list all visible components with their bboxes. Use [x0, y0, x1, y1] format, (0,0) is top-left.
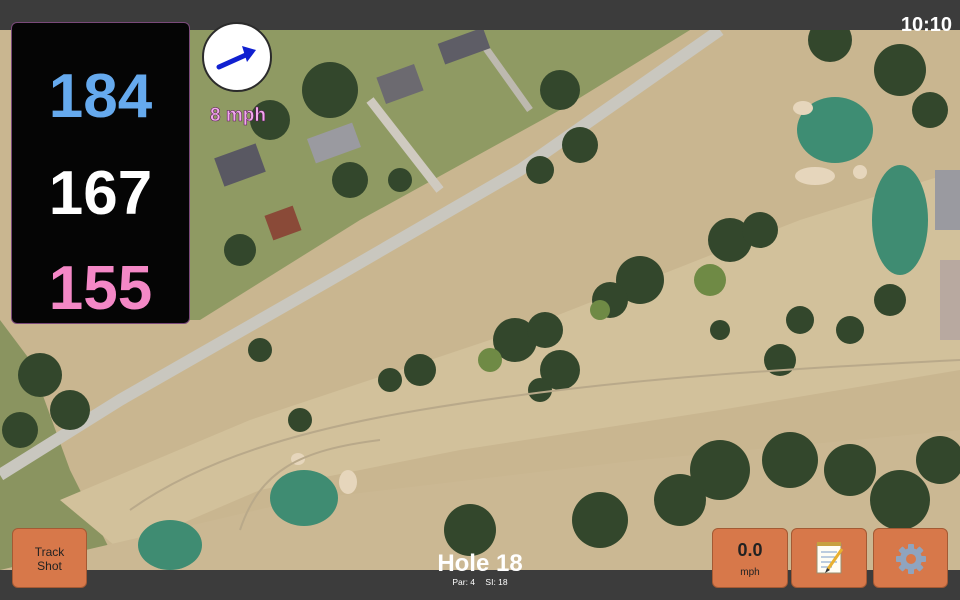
hole-par: Par: 4: [452, 577, 476, 587]
clock: 10:10: [900, 14, 952, 36]
notepad-icon: [816, 542, 844, 574]
distance-front: 155: [48, 254, 153, 323]
hole-stroke-index: SI: 18: [485, 577, 508, 587]
distance-middle: 167: [48, 159, 153, 228]
wind-speed-label: 8 mph: [210, 105, 267, 127]
wind-button-unit: mph: [740, 567, 760, 578]
track-shot-button[interactable]: Track Shot: [12, 528, 87, 588]
track-shot-label-line2: Shot: [37, 559, 62, 573]
distance-panel: 184 167 155: [11, 22, 190, 324]
hole-title: Hole 18: [437, 550, 523, 577]
notes-button[interactable]: [791, 528, 867, 588]
gear-icon: [896, 544, 926, 574]
distance-back: 184: [48, 62, 153, 131]
hole-info: Par: 4 SI: 18: [380, 577, 580, 587]
wind-direction-arrow-icon: [216, 46, 256, 70]
wind-direction-indicator: [202, 22, 272, 92]
wind-button-value: 0.0: [737, 540, 763, 560]
wind-speed-button[interactable]: 0.0 mph: [712, 528, 788, 588]
settings-button[interactable]: [873, 528, 948, 588]
track-shot-label-line1: Track: [34, 545, 65, 559]
